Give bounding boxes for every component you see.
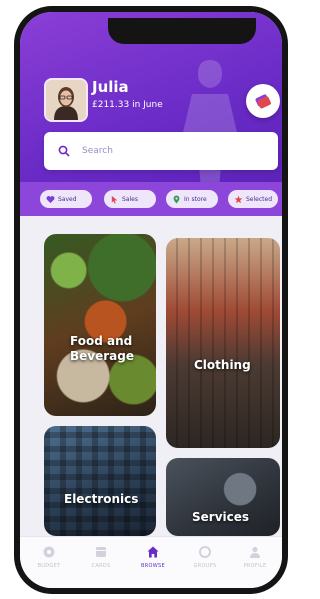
profile-icon: [250, 546, 260, 558]
tab-budget[interactable]: BUDGET: [24, 543, 74, 583]
tab-label: GROUPS: [193, 563, 217, 569]
filter-chip-label: Sales: [122, 195, 138, 203]
filter-chip-label: Saved: [58, 195, 77, 203]
tab-label: BROWSE: [141, 563, 165, 569]
home-icon: [147, 546, 159, 558]
wallet-button[interactable]: [246, 84, 280, 118]
cards-icon: [96, 547, 106, 557]
tab-groups[interactable]: GROUPS: [180, 543, 230, 583]
avatar-photo: [46, 80, 86, 120]
search-bar[interactable]: [44, 132, 278, 170]
filter-chip-label: Selected: [246, 195, 273, 203]
heart-icon: [46, 195, 55, 203]
filter-chip-saved[interactable]: Saved: [40, 190, 92, 208]
groups-icon: [199, 546, 211, 558]
category-tile-services[interactable]: Services: [166, 458, 280, 536]
search-icon: [58, 145, 70, 157]
header-background-figure: [178, 60, 242, 200]
filter-chips: Saved Sales In store Selected: [20, 182, 282, 216]
cursor-icon: [111, 195, 118, 204]
category-label: Food and Beverage: [70, 334, 134, 363]
tab-label: CARDS: [91, 563, 111, 569]
avatar[interactable]: [44, 78, 88, 122]
filter-chip-sales[interactable]: Sales: [104, 190, 156, 208]
filter-chip-selected[interactable]: Selected: [228, 190, 278, 208]
tab-browse[interactable]: BROWSE: [128, 543, 178, 583]
tab-profile[interactable]: PROFILE: [230, 543, 280, 583]
category-tile-clothing[interactable]: Clothing: [166, 238, 280, 448]
category-label: Services: [192, 510, 250, 524]
bottom-tab-bar: BUDGET CARDS BROWSE GROUPS PROFILE: [20, 536, 282, 588]
tab-label: BUDGET: [37, 563, 61, 569]
monthly-spend: £211.33 in June: [92, 100, 163, 110]
filter-chip-in-store[interactable]: In store: [166, 190, 218, 208]
tab-cards[interactable]: CARDS: [76, 543, 126, 583]
user-name: Julia: [92, 78, 129, 96]
category-label: Electronics: [64, 492, 139, 506]
location-pin-icon: [173, 195, 180, 204]
wallet-icon: [255, 94, 271, 109]
category-tile-food-and-beverage[interactable]: Food and Beverage: [44, 234, 156, 416]
star-icon: [234, 195, 243, 203]
filter-chip-label: In store: [184, 195, 207, 203]
search-input[interactable]: [80, 145, 264, 157]
category-tile-electronics[interactable]: Electronics: [44, 426, 156, 536]
tab-label: PROFILE: [243, 563, 267, 569]
phone-notch: [108, 18, 256, 44]
category-label: Clothing: [194, 358, 251, 372]
app-screen: Julia £211.33 in June Saved: [20, 12, 282, 588]
wallet-icon: [43, 546, 55, 558]
